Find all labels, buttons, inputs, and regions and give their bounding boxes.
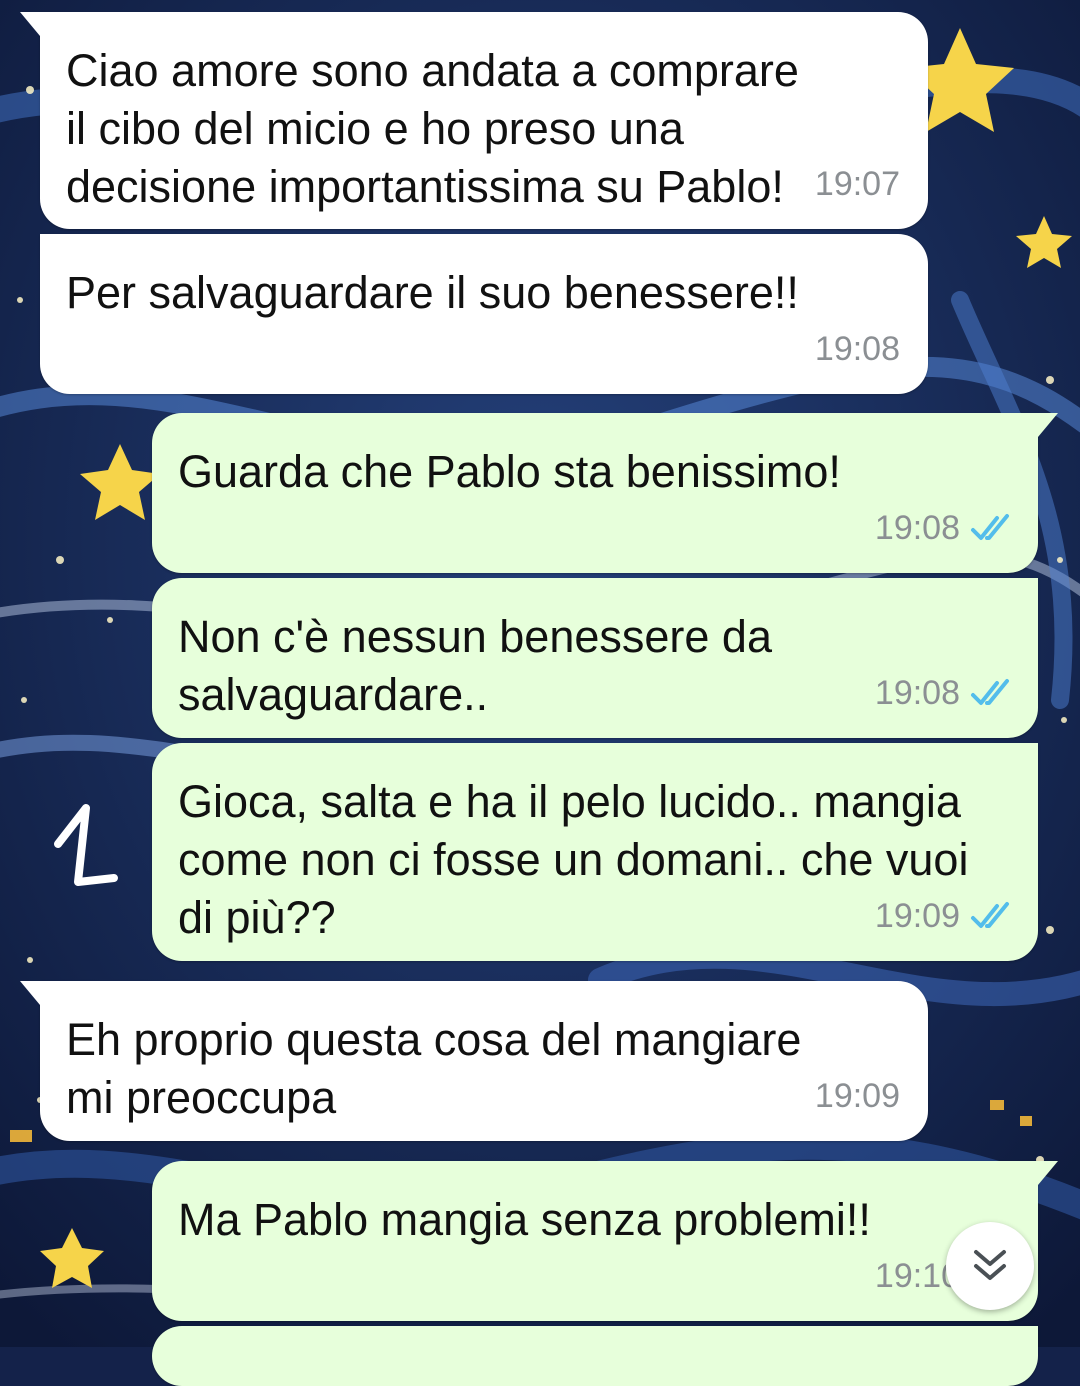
message-incoming[interactable]: Eh proprio questa cosa del mangiare mi p…	[20, 981, 928, 1141]
message-outgoing[interactable]: Gioca, salta e ha il pelo lucido.. mangi…	[152, 743, 1038, 961]
message-meta: 19:09	[875, 887, 1016, 945]
message-outgoing-partial[interactable]	[152, 1326, 1038, 1386]
message-meta: 19:08	[875, 499, 1016, 557]
message-time: 19:08	[874, 509, 960, 547]
message-text: Guarda che Pablo sta benissimo!	[178, 446, 841, 497]
chat-message-list[interactable]: Ciao amore sono andata a comprare il cib…	[0, 0, 1080, 1386]
message-meta: 19:08	[875, 664, 1016, 722]
message-text: Ma Pablo mangia senza problemi!!	[178, 1194, 871, 1245]
double-check-icon	[971, 514, 1009, 540]
bubble-tail	[20, 12, 40, 36]
double-check-icon	[971, 679, 1009, 705]
message-time: 19:08	[874, 674, 960, 712]
handwritten-number-annotation	[54, 804, 118, 886]
message-incoming[interactable]: Per salvaguardare il suo benessere!! 19:…	[40, 234, 928, 394]
message-outgoing[interactable]: Ma Pablo mangia senza problemi!! 19:10	[152, 1161, 1058, 1321]
double-chevron-down-icon	[974, 1250, 1006, 1280]
message-time: 19:09	[874, 897, 960, 935]
bubble-tail	[20, 981, 40, 1005]
message-time: 19:07	[814, 165, 900, 203]
message-time: 19:09	[814, 1077, 900, 1115]
double-check-icon	[971, 902, 1009, 928]
message-text: Per salvaguardare il suo benessere!!	[66, 267, 799, 318]
message-meta: 19:09	[815, 1067, 900, 1125]
bubble-tail	[1038, 1161, 1058, 1185]
message-time: 19:08	[814, 330, 900, 368]
message-outgoing[interactable]: Guarda che Pablo sta benissimo! 19:08	[152, 413, 1058, 573]
message-text: Eh proprio questa cosa del mangiare mi p…	[66, 1014, 802, 1123]
message-outgoing[interactable]: Non c'è nessun benessere da salvaguardar…	[152, 578, 1038, 738]
scroll-to-bottom-button[interactable]	[946, 1222, 1034, 1310]
bubble-tail	[1038, 413, 1058, 437]
message-incoming[interactable]: Ciao amore sono andata a comprare il cib…	[20, 12, 928, 229]
message-text: Ciao amore sono andata a comprare il cib…	[66, 45, 799, 212]
message-meta: 19:07	[815, 155, 900, 213]
message-meta: 19:08	[815, 320, 900, 378]
